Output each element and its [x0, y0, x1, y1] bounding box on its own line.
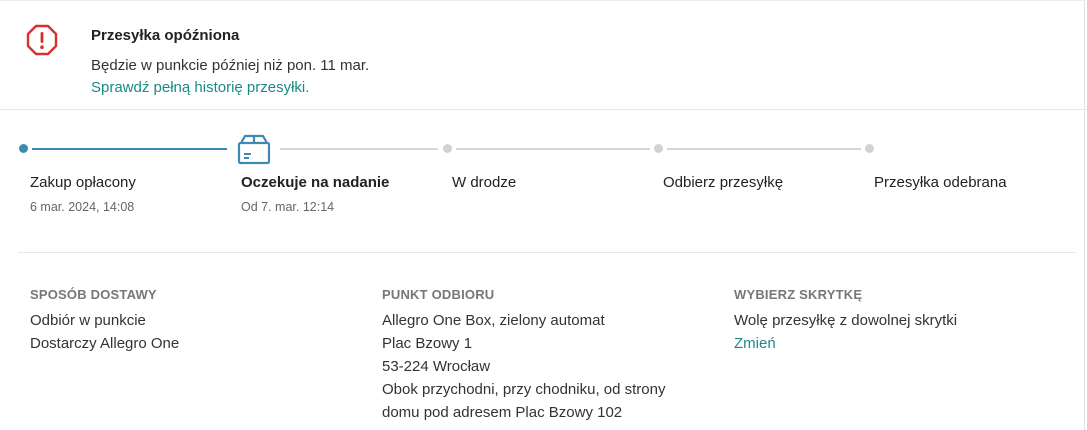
pickup-point-street: Plac Bzowy 1: [382, 335, 473, 352]
step-dot-4: [654, 144, 663, 153]
locker-heading: WYBIERZ SKRYTKĘ: [734, 287, 863, 302]
pickup-point-note-2: domu pod adresem Plac Bzowy 102: [382, 404, 623, 421]
progress-line-1: [32, 148, 227, 150]
progress-line-3: [456, 148, 650, 150]
step-dot-1: [19, 144, 28, 153]
alert-title: Przesyłka opóźniona: [91, 27, 240, 44]
section-divider: [18, 252, 1076, 253]
step-label-received: Przesyłka odebrana: [874, 174, 1007, 191]
progress-tracker: Zakup opłacony 6 mar. 2024, 14:08 Oczeku…: [0, 110, 1087, 252]
step-dot-5: [865, 144, 874, 153]
progress-line-2: [280, 148, 438, 150]
pickup-point-note-1: Obok przychodni, przy chodniku, od stron…: [382, 381, 666, 398]
delivery-method-line: Odbiór w punkcie: [30, 312, 146, 329]
step-date-awaiting: Od 7. mar. 12:14: [241, 200, 335, 214]
delivery-carrier-line: Dostarczy Allegro One: [30, 335, 180, 352]
locker-section: WYBIERZ SKRYTKĘ Wolę przesyłkę z dowolne…: [734, 287, 1064, 355]
locker-preference: Wolę przesyłkę z dowolnej skrytki: [734, 312, 958, 329]
change-locker-link[interactable]: Zmień: [734, 332, 776, 355]
full-history-link[interactable]: Sprawdź pełną historię przesyłki.: [91, 79, 309, 96]
pickup-point-name: Allegro One Box, zielony automat: [382, 312, 605, 329]
delivery-method-heading: SPOSÓB DOSTAWY: [30, 287, 157, 302]
pickup-point-section: PUNKT ODBIORU Allegro One Box, zielony a…: [382, 287, 722, 424]
pickup-point-city: 53-224 Wrocław: [382, 358, 491, 375]
delivery-method-section: SPOSÓB DOSTAWY Odbiór w punkcie Dostarcz…: [30, 287, 350, 355]
step-dot-3: [443, 144, 452, 153]
package-icon: [237, 134, 271, 165]
step-label-in-transit: W drodze: [452, 174, 517, 191]
pickup-point-heading: PUNKT ODBIORU: [382, 287, 495, 302]
warning-octagon-icon: [26, 24, 58, 56]
progress-line-4: [667, 148, 861, 150]
step-label-awaiting: Oczekuje na nadanie: [241, 174, 390, 191]
step-label-paid: Zakup opłacony: [30, 174, 136, 191]
alert-text: Będzie w punkcie później niż pon. 11 mar…: [91, 57, 370, 74]
step-label-pickup: Odbierz przesyłkę: [663, 174, 784, 191]
step-date-paid: 6 mar. 2024, 14:08: [30, 200, 135, 214]
delay-alert: Przesyłka opóźniona Będzie w punkcie póź…: [0, 0, 1087, 110]
